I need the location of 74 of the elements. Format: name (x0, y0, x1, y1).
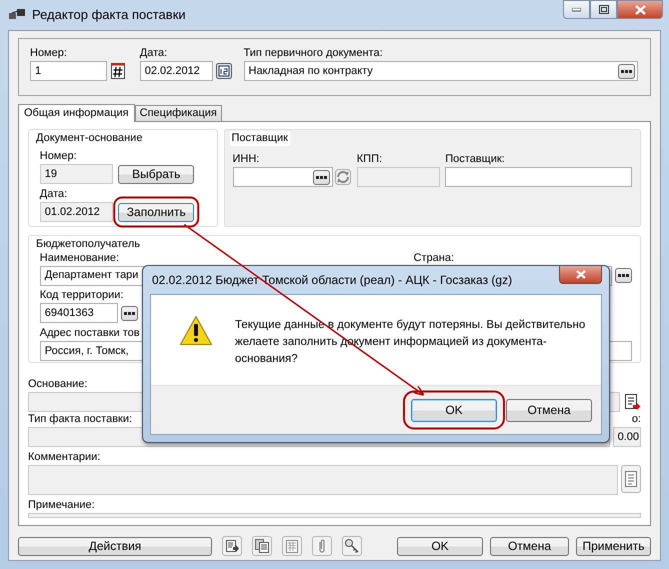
toolbar-button[interactable] (222, 536, 242, 556)
field-label: Дата: (140, 46, 168, 61)
field-label: о: (632, 412, 641, 427)
input-field[interactable]: 69401363 (40, 303, 118, 324)
input-field[interactable]: 0.00 (613, 427, 641, 447)
field-label: Комментарии: (28, 450, 100, 465)
input-field[interactable]: 19 (40, 164, 113, 184)
dialog-button[interactable]: OK (397, 536, 483, 556)
dialog-button[interactable]: Применить (576, 536, 651, 556)
toolbar-button[interactable] (252, 536, 272, 556)
warning-icon (179, 315, 213, 346)
maximize-icon (598, 5, 608, 14)
field-label: Код территории: (40, 288, 124, 304)
minimize-button[interactable] (563, 0, 590, 19)
window-title: Редактор факта поставки (32, 6, 186, 24)
fill-button[interactable]: Заполнить (118, 202, 194, 222)
numbering-icon (110, 62, 126, 80)
dots-icon (618, 274, 629, 276)
field-label: Примечание: (28, 498, 95, 512)
key-icon (344, 538, 360, 554)
browse-button[interactable] (618, 64, 635, 78)
field-label: Тип факта поставки: (28, 412, 132, 427)
input-field[interactable]: 02.02.2012 (140, 61, 213, 81)
input-field[interactable]: 1 (30, 61, 107, 81)
minimize-icon (572, 8, 581, 12)
document-arrow-icon[interactable] (623, 393, 641, 411)
document-icon (625, 470, 637, 487)
input-field[interactable]: Накладная по контракту (244, 61, 638, 81)
field-label: Основание: (28, 377, 88, 392)
browse-button[interactable] (615, 268, 632, 282)
field-label: Наименование: (40, 250, 120, 266)
field-value: Накладная по контракту (248, 64, 373, 79)
group-title: Поставщик (230, 131, 290, 146)
select-button[interactable]: Выбрать (118, 164, 194, 184)
calendar-icon (216, 63, 232, 79)
dialog-button[interactable]: OK (411, 398, 497, 422)
browse-button[interactable] (312, 170, 330, 184)
group-title: Документ-основание (34, 131, 144, 146)
close-button[interactable] (559, 266, 602, 284)
field-label: Номер: (40, 149, 77, 164)
maximize-button[interactable] (590, 0, 617, 19)
toolbar-button[interactable] (342, 536, 362, 556)
tab[interactable]: Спецификация (134, 105, 222, 121)
dialog-button[interactable]: Отмена (506, 398, 592, 422)
close-button[interactable] (617, 0, 663, 19)
input-field[interactable]: 01.02.2012 (40, 202, 113, 222)
browse-button[interactable] (120, 306, 138, 321)
field-label: Страна: (414, 250, 454, 266)
refresh-icon[interactable] (335, 169, 352, 185)
group-title: Бюджетополучатель (34, 237, 142, 252)
documents-icon (254, 538, 270, 554)
document-grid-icon (284, 538, 300, 554)
dots-icon (316, 176, 326, 178)
actions-button[interactable]: Действия (18, 536, 212, 556)
field-label: Адрес поставки тов (40, 326, 140, 341)
dots-icon (124, 312, 134, 315)
dots-icon (621, 70, 632, 72)
input-field[interactable] (232, 167, 332, 187)
close-icon (634, 4, 646, 14)
input-field[interactable] (356, 167, 440, 187)
close-icon (576, 270, 586, 279)
tab[interactable]: Общая информация (18, 104, 135, 122)
note-button[interactable] (621, 464, 641, 493)
field-label: Дата: (40, 187, 68, 202)
field-label: КПП: (356, 152, 382, 167)
dialog-button[interactable]: Отмена (490, 536, 569, 556)
field-label: Поставщик: (445, 152, 505, 167)
document-arrow-icon (224, 538, 240, 554)
input-field[interactable] (28, 512, 641, 518)
dialog-title: 02.02.2012 Бюджет Томской области (реал) - АЦК - Госзаказ (gz) (152, 272, 512, 289)
input-field[interactable] (445, 167, 632, 187)
field-label: Тип первичного документа: (244, 46, 383, 61)
field-label: ИНН: (232, 152, 260, 167)
field-label: Номер: (30, 46, 67, 61)
